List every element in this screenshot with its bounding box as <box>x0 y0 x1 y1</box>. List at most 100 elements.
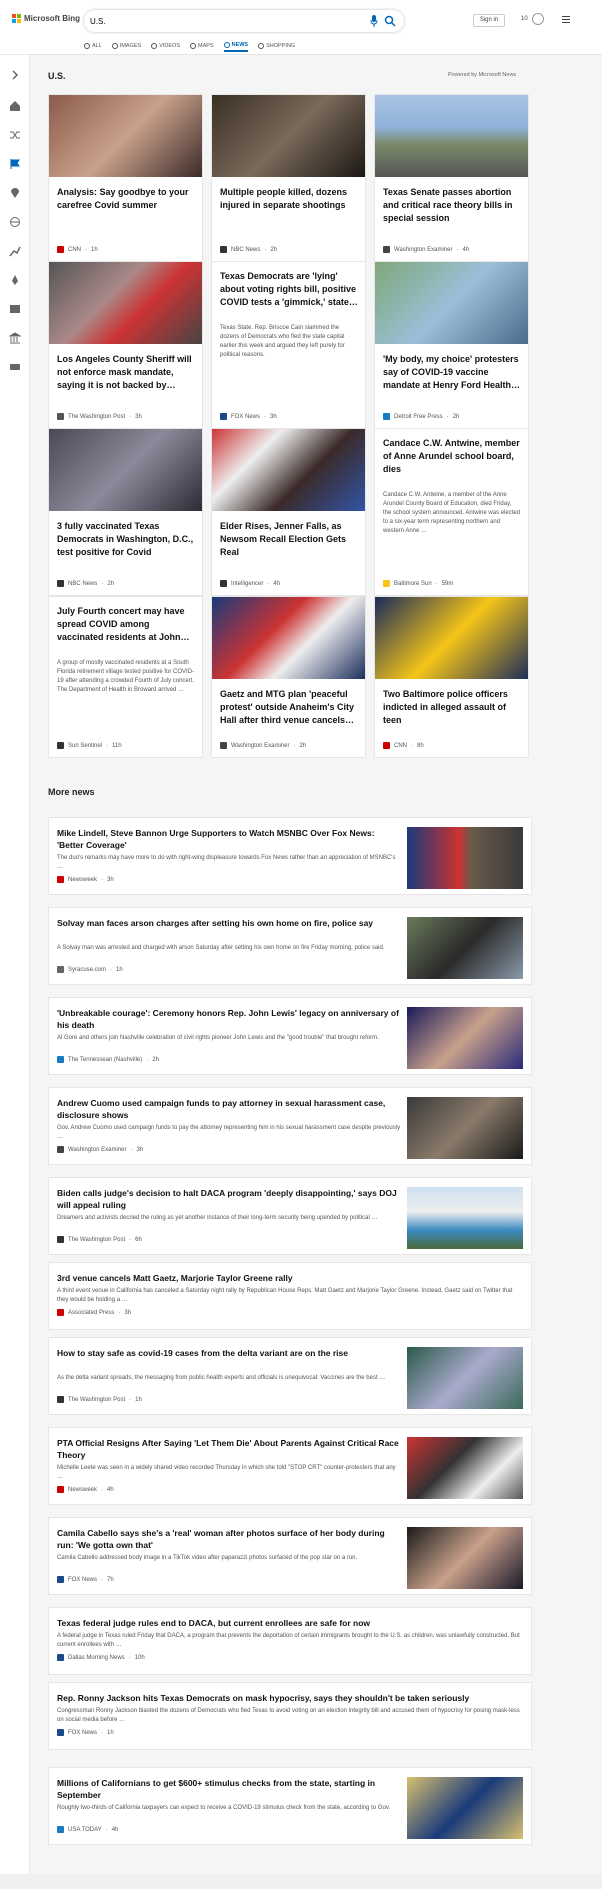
hamburger-menu-icon[interactable] <box>562 16 570 23</box>
shuffle-icon[interactable] <box>9 129 21 141</box>
news-card-title[interactable]: Multiple people killed, dozens injured i… <box>220 186 358 212</box>
more-news-thumbnail[interactable] <box>407 1777 523 1839</box>
news-card[interactable]: Candace C.W. Antwine, member of Anne Aru… <box>374 428 529 596</box>
news-card[interactable]: Elder Rises, Jenner Falls, as Newsom Rec… <box>211 428 366 596</box>
more-news-thumbnail[interactable] <box>407 1437 523 1499</box>
microphone-icon[interactable] <box>370 15 378 27</box>
more-news-headline[interactable]: Andrew Cuomo used campaign funds to pay … <box>57 1097 403 1121</box>
more-news-headline[interactable]: Rep. Ronny Jackson hits Texas Democrats … <box>57 1692 523 1704</box>
news-card-image[interactable] <box>375 597 528 679</box>
publisher-logo-icon <box>57 742 64 749</box>
news-card[interactable]: Gaetz and MTG plan 'peaceful protest' ou… <box>211 596 366 758</box>
videos-tab-icon <box>151 43 158 49</box>
more-news-source: Syracuse.com · 1h <box>57 966 123 973</box>
more-news-headline[interactable]: Mike Lindell, Steve Bannon Urge Supporte… <box>57 827 403 851</box>
more-news-item[interactable]: PTA Official Resigns After Saying 'Let T… <box>48 1427 532 1505</box>
powered-by-text[interactable]: Powered by Microsoft News <box>448 72 516 78</box>
tab-images[interactable]: IMAGES <box>111 40 142 52</box>
news-card-title[interactable]: Candace C.W. Antwine, member of Anne Aru… <box>383 437 521 476</box>
more-news-item[interactable]: Rep. Ronny Jackson hits Texas Democrats … <box>48 1682 532 1750</box>
news-card-title[interactable]: 3 fully vaccinated Texas Democrats in Wa… <box>57 520 195 559</box>
more-news-item[interactable]: Texas federal judge rules end to DACA, b… <box>48 1607 532 1675</box>
search-box[interactable] <box>84 10 404 32</box>
news-card[interactable]: July Fourth concert may have spread COVI… <box>48 596 203 758</box>
news-card-image[interactable] <box>212 95 365 177</box>
separator-dot: · <box>293 742 296 749</box>
news-card[interactable]: 3 fully vaccinated Texas Democrats in Wa… <box>48 428 203 596</box>
news-card-image[interactable] <box>212 597 365 679</box>
tab-shopping[interactable]: SHOPPING <box>258 40 295 52</box>
news-card-image[interactable] <box>49 262 202 344</box>
news-card-image[interactable] <box>49 429 202 511</box>
news-card[interactable]: Texas Democrats are 'lying' about voting… <box>211 261 366 429</box>
search-input[interactable] <box>90 14 360 28</box>
us-flag-icon[interactable] <box>9 158 21 170</box>
news-card-title[interactable]: July Fourth concert may have spread COVI… <box>57 605 195 644</box>
location-pin-icon[interactable] <box>9 187 21 199</box>
news-card-title[interactable]: Two Baltimore police officers indicted i… <box>383 688 521 727</box>
more-news-headline[interactable]: 'Unbreakable courage': Ceremony honors R… <box>57 1007 403 1031</box>
tab-news[interactable]: NEWS <box>223 40 249 52</box>
bank-icon[interactable] <box>9 332 21 344</box>
more-news-thumbnail[interactable] <box>407 1347 523 1409</box>
more-news-item[interactable]: Mike Lindell, Steve Bannon Urge Supporte… <box>48 817 532 895</box>
news-card-image[interactable] <box>375 95 528 177</box>
globe-icon[interactable] <box>9 216 21 228</box>
news-card-title[interactable]: Gaetz and MTG plan 'peaceful protest' ou… <box>220 688 358 727</box>
more-news-item[interactable]: How to stay safe as covid-19 cases from … <box>48 1337 532 1415</box>
more-news-headline[interactable]: 3rd venue cancels Matt Gaetz, Marjorie T… <box>57 1272 523 1284</box>
more-news-headline[interactable]: PTA Official Resigns After Saying 'Let T… <box>57 1437 403 1461</box>
more-news-thumbnail[interactable] <box>407 917 523 979</box>
source-name: CNN <box>68 246 81 253</box>
more-news-item[interactable]: Millions of Californians to get $600+ st… <box>48 1767 532 1845</box>
more-news-headline[interactable]: Solvay man faces arson charges after set… <box>57 917 403 929</box>
business-chart-icon[interactable] <box>9 245 21 257</box>
more-news-thumbnail[interactable] <box>407 1007 523 1069</box>
tab-videos[interactable]: VIDEOS <box>151 40 180 52</box>
more-news-item[interactable]: 'Unbreakable courage': Ceremony honors R… <box>48 997 532 1075</box>
more-news-headline[interactable]: Camila Cabello says she's a 'real' woman… <box>57 1527 403 1551</box>
tab-all[interactable]: ALL <box>84 40 102 52</box>
more-news-thumbnail[interactable] <box>407 1527 523 1589</box>
news-card-title[interactable]: Texas Democrats are 'lying' about voting… <box>220 270 358 309</box>
more-news-snippet: As the delta variant spreads, the messag… <box>57 1375 386 1381</box>
search-icon[interactable] <box>384 15 396 27</box>
news-card-image[interactable] <box>212 429 365 511</box>
more-news-item[interactable]: Biden calls judge's decision to halt DAC… <box>48 1177 532 1255</box>
tab-maps[interactable]: MAPS <box>190 40 214 52</box>
more-news-headline[interactable]: How to stay safe as covid-19 cases from … <box>57 1347 403 1359</box>
news-card[interactable]: Texas Senate passes abortion and critica… <box>374 94 529 262</box>
sign-in-button[interactable]: Sign in <box>473 14 505 27</box>
expand-chevron-icon[interactable] <box>9 69 21 81</box>
rewards-count[interactable]: 10 <box>521 16 528 22</box>
more-news-item[interactable]: Camila Cabello says she's a 'real' woman… <box>48 1517 532 1595</box>
news-card-image[interactable] <box>49 95 202 177</box>
more-news-item[interactable]: Solvay man faces arson charges after set… <box>48 907 532 985</box>
more-news-thumbnail[interactable] <box>407 827 523 889</box>
more-news-item[interactable]: Andrew Cuomo used campaign funds to pay … <box>48 1087 532 1165</box>
news-card[interactable]: Two Baltimore police officers indicted i… <box>374 596 529 758</box>
home-icon[interactable] <box>9 100 21 112</box>
entertainment-icon[interactable] <box>9 303 21 315</box>
rocket-icon[interactable] <box>9 274 21 286</box>
news-card[interactable]: Multiple people killed, dozens injured i… <box>211 94 366 262</box>
news-card-title[interactable]: Elder Rises, Jenner Falls, as Newsom Rec… <box>220 520 358 559</box>
news-card-title[interactable]: 'My body, my choice' protesters say of C… <box>383 353 521 392</box>
more-news-thumbnail[interactable] <box>407 1187 523 1249</box>
tv-icon[interactable] <box>9 361 21 373</box>
news-card[interactable]: Analysis: Say goodbye to your carefree C… <box>48 94 203 262</box>
rewards-icon[interactable] <box>532 13 544 25</box>
news-card[interactable]: Los Angeles County Sheriff will not enfo… <box>48 261 203 429</box>
news-card-title[interactable]: Analysis: Say goodbye to your carefree C… <box>57 186 195 212</box>
more-news-headline[interactable]: Millions of Californians to get $600+ st… <box>57 1777 403 1801</box>
bing-logo[interactable]: Microsoft Bing <box>12 14 80 23</box>
more-news-thumbnail[interactable] <box>407 1097 523 1159</box>
news-card-title[interactable]: Los Angeles County Sheriff will not enfo… <box>57 353 195 392</box>
news-card[interactable]: 'My body, my choice' protesters say of C… <box>374 261 529 429</box>
more-news-item[interactable]: 3rd venue cancels Matt Gaetz, Marjorie T… <box>48 1262 532 1330</box>
more-news-headline[interactable]: Biden calls judge's decision to halt DAC… <box>57 1187 403 1211</box>
news-card-image[interactable] <box>375 262 528 344</box>
tab-label: IMAGES <box>119 43 142 49</box>
news-card-title[interactable]: Texas Senate passes abortion and critica… <box>383 186 521 225</box>
more-news-headline[interactable]: Texas federal judge rules end to DACA, b… <box>57 1617 523 1629</box>
